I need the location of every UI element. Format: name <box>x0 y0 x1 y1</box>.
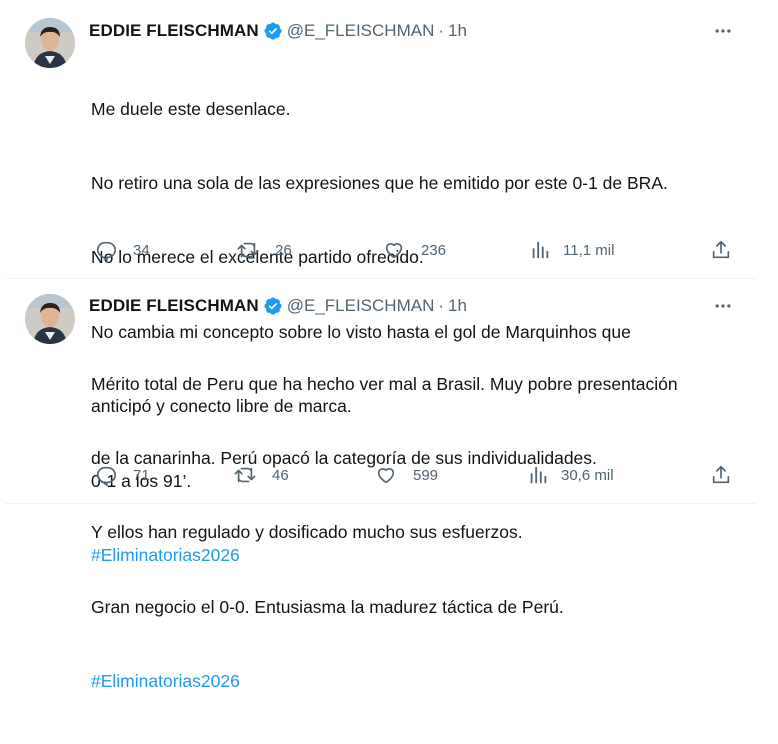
share-button[interactable] <box>710 461 732 489</box>
views-icon <box>532 241 549 259</box>
tweet-line: Gran negocio el 0-0. Entusiasma la madur… <box>91 596 564 617</box>
tweet[interactable]: EDDIE FLEISCHMAN @E_FLEISCHMAN · 1h Méri… <box>5 279 756 691</box>
like-count: 599 <box>413 466 439 484</box>
more-icon[interactable] <box>710 19 736 43</box>
author-name[interactable]: EDDIE FLEISCHMAN <box>89 296 259 316</box>
views-button[interactable]: 30,6 mil <box>527 461 614 489</box>
timeline: EDDIE FLEISCHMAN @E_FLEISCHMAN · 1h Me d… <box>0 0 778 691</box>
avatar[interactable] <box>25 18 75 68</box>
retweet-count: 46 <box>272 466 289 484</box>
share-icon <box>712 240 730 259</box>
share-button[interactable] <box>710 236 732 264</box>
separator-dot: · <box>438 296 445 315</box>
like-count: 236 <box>421 241 447 259</box>
tweet-header: EDDIE FLEISCHMAN @E_FLEISCHMAN · 1h <box>89 19 746 43</box>
tweet-line: Me duele este desenlace. <box>91 98 291 119</box>
timestamp[interactable]: 1h <box>448 21 467 41</box>
like-button[interactable]: 236 <box>383 236 446 264</box>
retweet-icon <box>234 467 256 483</box>
author-handle[interactable]: @E_FLEISCHMAN <box>287 21 435 41</box>
more-icon[interactable] <box>710 294 736 318</box>
tweet[interactable]: EDDIE FLEISCHMAN @E_FLEISCHMAN · 1h Me d… <box>5 0 756 565</box>
hashtag-link[interactable]: #Eliminatorias2026 <box>91 669 742 694</box>
tweet-line: Y ellos han regulado y dosificado mucho … <box>91 522 523 543</box>
tweet-header: EDDIE FLEISCHMAN @E_FLEISCHMAN · 1h <box>89 294 746 318</box>
tweet-actions: 71 46 599 30,6 mil <box>91 461 742 489</box>
share-icon <box>712 465 730 484</box>
like-icon <box>377 468 395 484</box>
retweet-count: 26 <box>275 241 292 259</box>
reply-count: 71 <box>133 466 150 484</box>
like-button[interactable]: 599 <box>375 461 438 489</box>
retweet-button[interactable]: 26 <box>237 236 292 264</box>
author-handle[interactable]: @E_FLEISCHMAN <box>287 296 435 316</box>
reply-button[interactable]: 34 <box>95 236 150 264</box>
reply-button[interactable]: 71 <box>95 461 150 489</box>
tweet-text: Mérito total de Peru que ha hecho ver ma… <box>91 322 742 744</box>
timestamp[interactable]: 1h <box>448 296 467 316</box>
views-count: 11,1 mil <box>563 241 615 259</box>
like-icon <box>385 243 403 259</box>
reply-icon <box>96 466 116 486</box>
retweet-icon <box>237 242 259 258</box>
verified-badge-icon <box>264 297 282 315</box>
retweet-button[interactable]: 46 <box>234 461 289 489</box>
views-icon <box>530 466 547 484</box>
verified-badge-icon <box>264 22 282 40</box>
reply-icon <box>96 241 116 261</box>
tweet-line: Mérito total de Peru que ha hecho ver ma… <box>91 373 678 394</box>
views-button[interactable]: 11,1 mil <box>529 236 614 264</box>
views-count: 30,6 mil <box>561 466 614 484</box>
tweet-line: No retiro una sola de las expresiones qu… <box>91 172 668 193</box>
separator-dot: · <box>438 21 445 40</box>
tweet-actions: 34 26 236 11,1 mil <box>91 236 742 264</box>
avatar[interactable] <box>25 294 75 344</box>
reply-count: 34 <box>133 241 150 259</box>
author-name[interactable]: EDDIE FLEISCHMAN <box>89 21 259 41</box>
